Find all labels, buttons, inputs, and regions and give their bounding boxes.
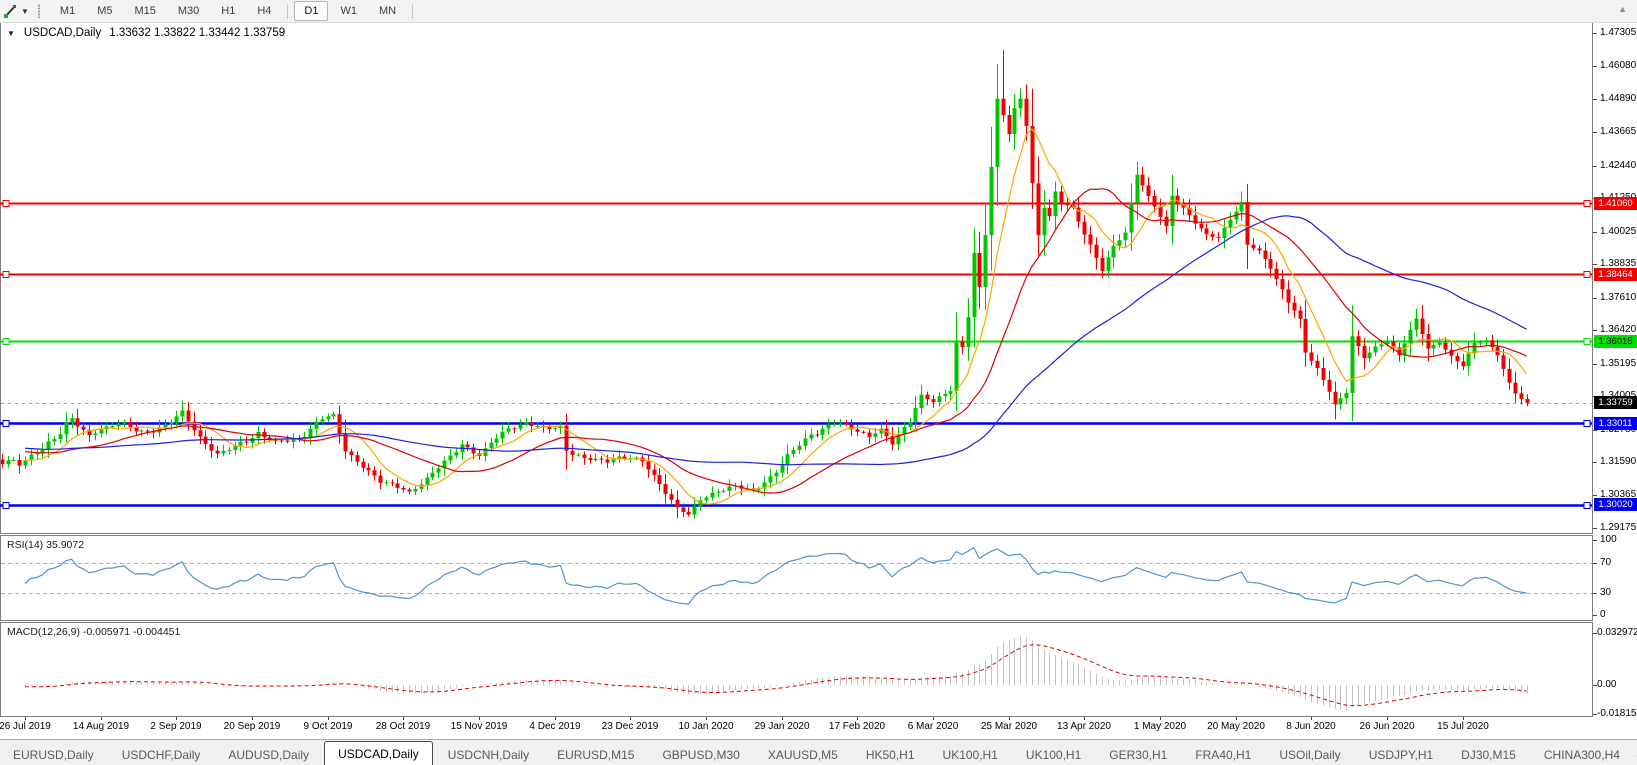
chevron-down-icon[interactable]: ▼ [21,7,29,16]
trading-terminal-window: ▼ M1 M5 M15 M30 H1 H4 D1 W1 MN ▲ ▼ USDCAD,Daily … [0,0,1637,765]
chart-tab-usdcnh-daily[interactable]: USDCNH,Daily [435,745,542,765]
timeframe-button-m15[interactable]: M15 [124,1,165,21]
chart-tab-usdjpy-h1[interactable]: USDJPY,H1 [1356,745,1446,765]
toolbar-separator [287,3,289,19]
timeframe-button-m5[interactable]: M5 [87,1,122,21]
chart-tab-uk100-h1[interactable]: UK100,H1 [1013,745,1094,765]
chart-cursor-icon[interactable]: ▼ [1,1,31,21]
chart-tab-eurusd-daily[interactable]: EURUSD,Daily [0,745,107,765]
timeframe-button-h4[interactable]: H4 [247,1,281,21]
symbol-tab-bar: EURUSD,Daily USDCHF,Daily AUDUSD,Daily USDC… [0,739,1637,765]
chart-tab-dj30-m15[interactable]: DJ30,M15 [1448,745,1529,765]
chart-tab-gbpusd-m30[interactable]: GBPUSD,M30 [649,745,752,765]
timeframe-button-w1[interactable]: W1 [330,1,367,21]
chart-tab-usoil-daily[interactable]: USOil,Daily [1266,745,1353,765]
timeframe-button-d1[interactable]: D1 [294,1,329,21]
chart-tab-uk100-h1[interactable]: UK100,H1 [930,745,1011,765]
chart-tab-ger30-h1[interactable]: GER30,H1 [1096,745,1180,765]
timeframe-button-m1[interactable]: M1 [50,1,85,21]
chart-tab-china300-h4[interactable]: CHINA300,H4 [1531,745,1633,765]
chart-tab-eurusd-m15[interactable]: EURUSD,M15 [544,745,647,765]
scroll-up-icon[interactable]: ▲ [1618,4,1627,14]
chart-tab-hk50-h1[interactable]: HK50,H1 [853,745,928,765]
toolbar-separator [412,3,414,19]
timeframe-button-h1[interactable]: H1 [211,1,245,21]
chart-tab-usdcad-daily[interactable]: USDCAD,Daily [324,741,433,765]
chart-tab-fra40-h1[interactable]: FRA40,H1 [1182,745,1264,765]
chart-tab-xauusd-m5[interactable]: XAUUSD,M5 [755,745,851,765]
timeframe-button-mn[interactable]: MN [369,1,406,21]
chart-tab-usdchf-daily[interactable]: USDCHF,Daily [109,745,214,765]
timeframe-toolbar: ▼ M1 M5 M15 M30 H1 H4 D1 W1 MN ▲ [0,0,1637,23]
price-chart-canvas[interactable] [0,0,1637,765]
timeframe-button-m30[interactable]: M30 [168,1,209,21]
toolbar-grip-handle[interactable] [36,4,42,18]
chart-tab-audusd-daily[interactable]: AUDUSD,Daily [215,745,322,765]
